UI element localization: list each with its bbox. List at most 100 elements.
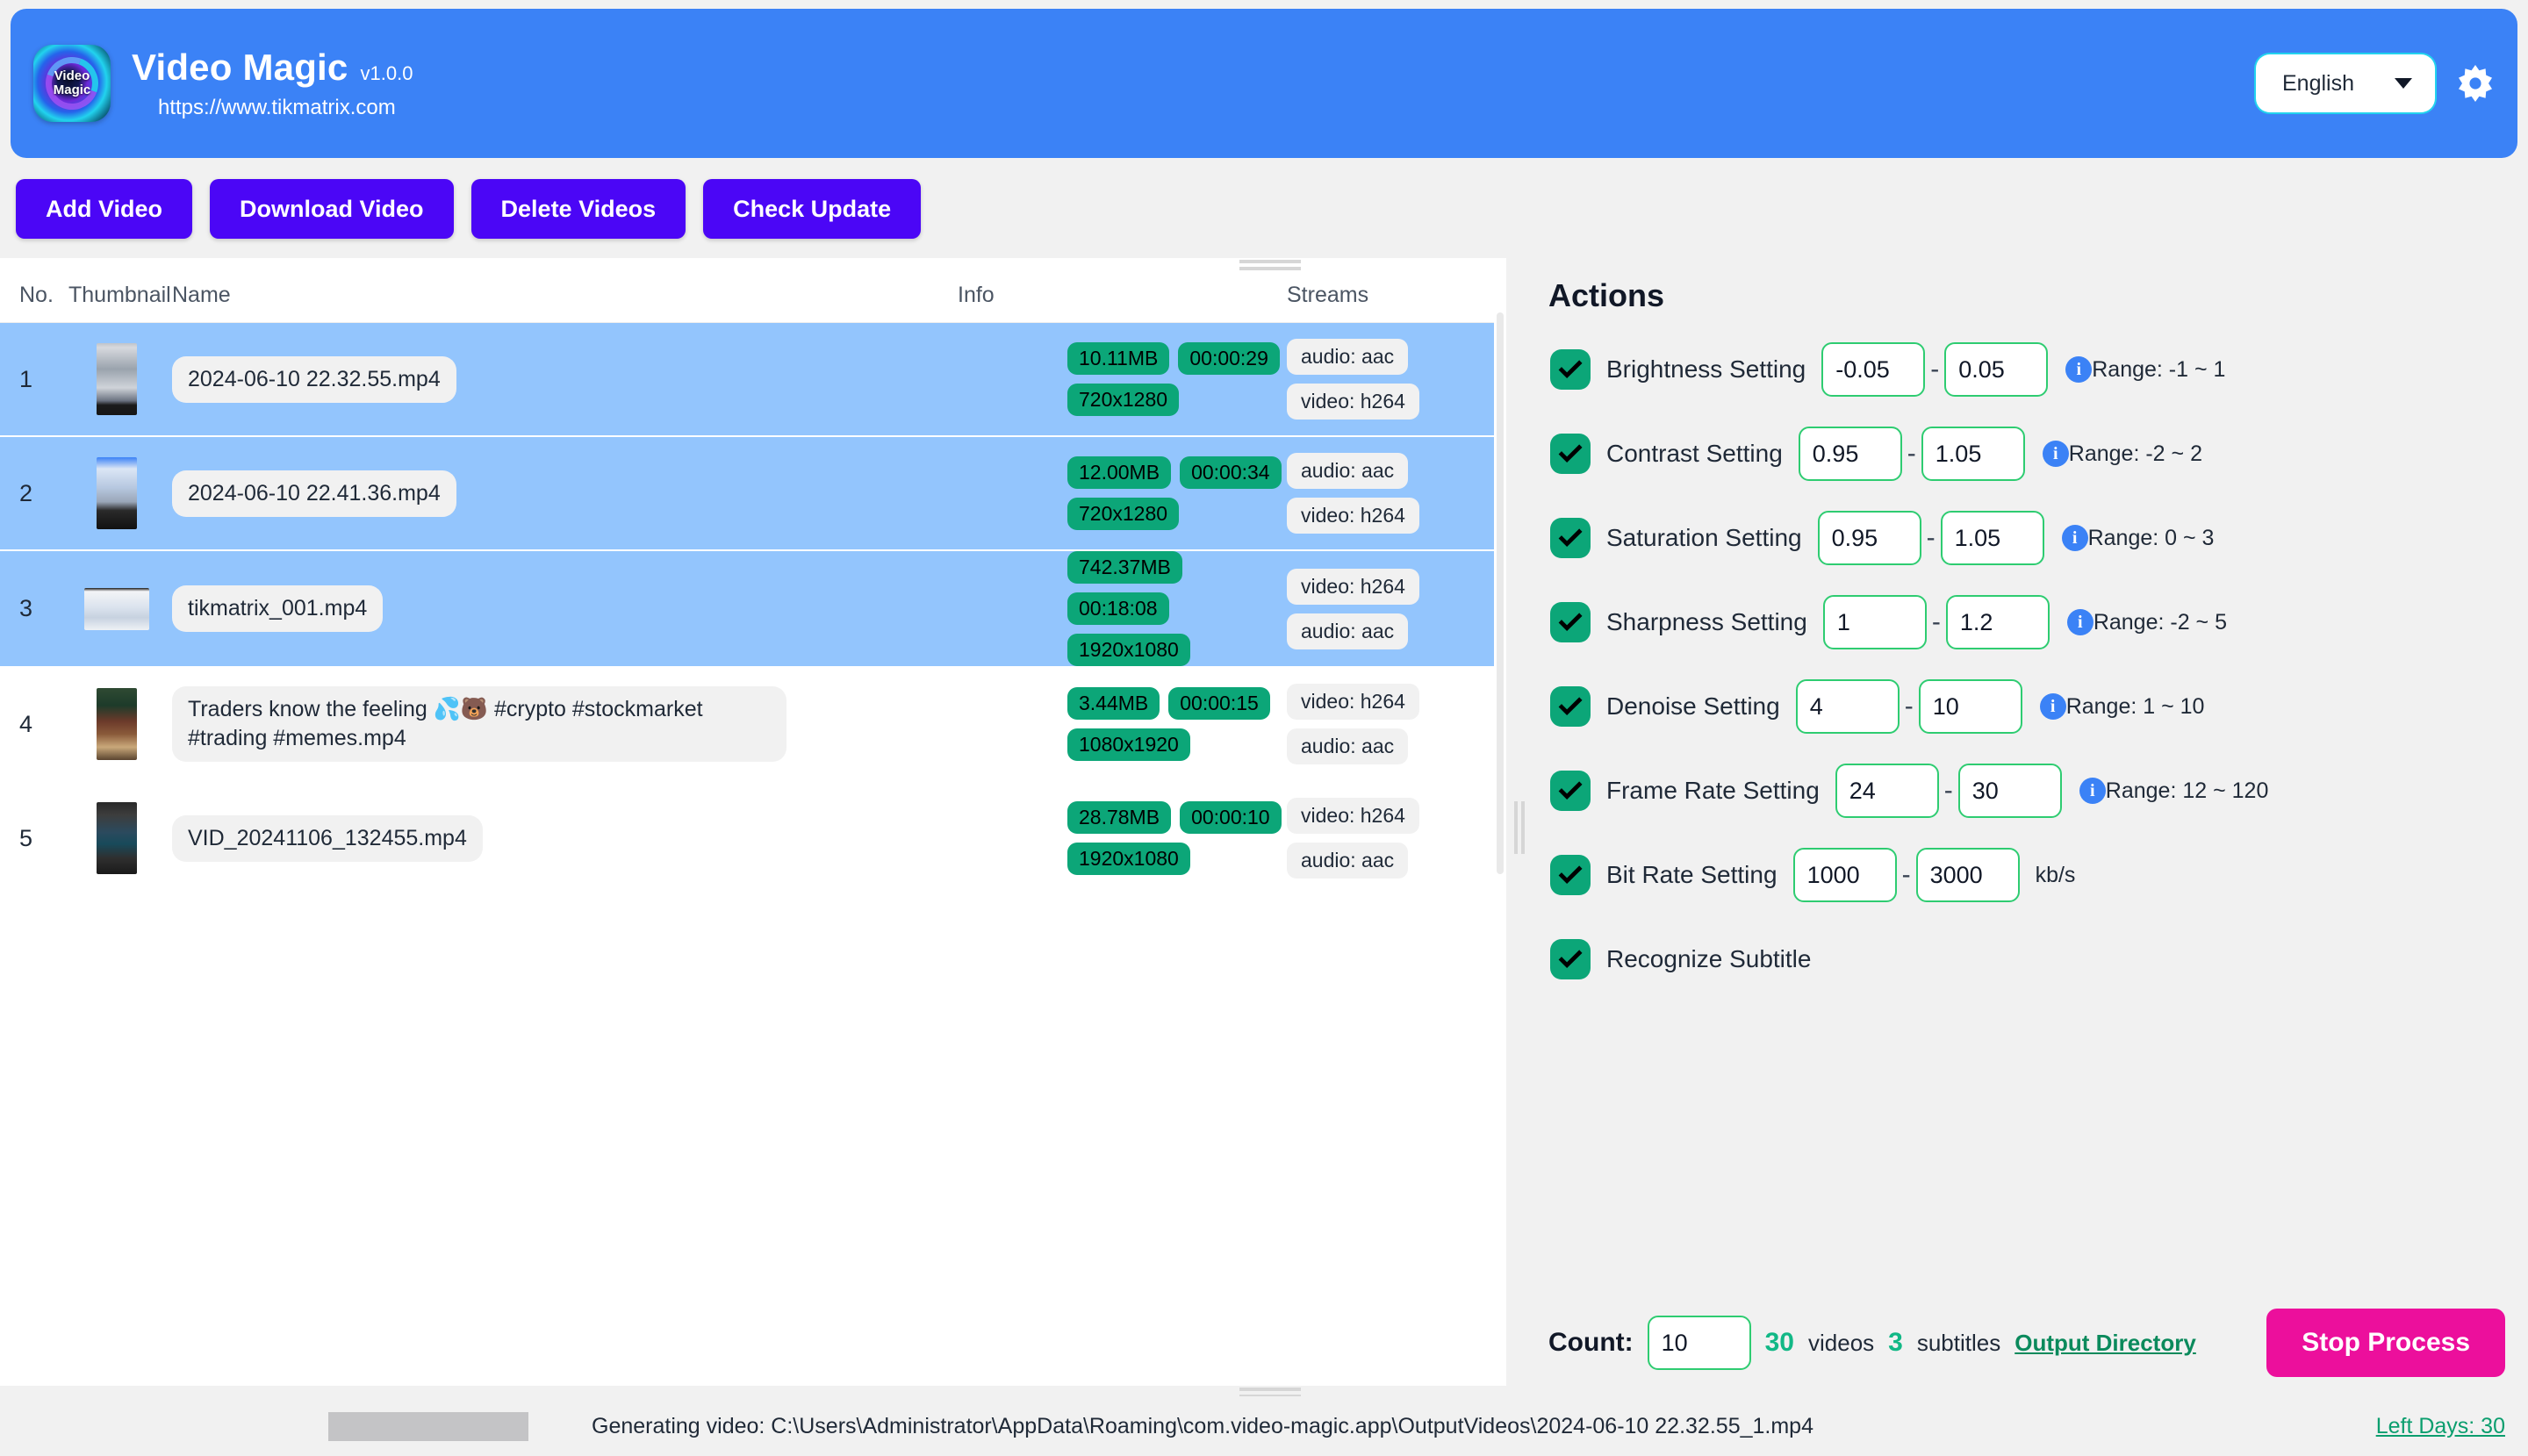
max-value-input[interactable]	[1915, 848, 2020, 902]
video-list-scrollbar[interactable]	[1494, 312, 1506, 1386]
video-name[interactable]: VID_20241106_132455.mp4	[172, 814, 483, 862]
checkbox-checked-icon[interactable]	[1550, 939, 1591, 979]
info-badge: 742.37MB	[1067, 551, 1182, 584]
checkbox-checked-icon[interactable]	[1550, 518, 1591, 558]
video-name[interactable]: tikmatrix_001.mp4	[172, 585, 384, 632]
pane-vertical-splitter[interactable]	[1506, 258, 1531, 1396]
action-label: Recognize Subtitle	[1606, 945, 1812, 972]
checkbox-checked-icon[interactable]	[1550, 602, 1591, 642]
actions-title: Actions	[1548, 277, 1665, 313]
info-icon[interactable]: i	[2065, 356, 2093, 383]
left-days-link[interactable]: Left Days: 30	[2376, 1414, 2505, 1439]
table-header-row: No. Thumbnail Name Info Streams	[0, 269, 1506, 323]
scrollbar-thumb[interactable]	[1497, 312, 1504, 874]
video-name[interactable]: 2024-06-10 22.32.55.mp4	[172, 355, 456, 403]
checkbox-checked-icon[interactable]	[1550, 686, 1591, 727]
row-index: 5	[19, 824, 33, 851]
gear-icon[interactable]	[2454, 62, 2496, 104]
range-hint: i Range: -1 ~ 1	[2065, 356, 2225, 383]
range-hint: i Range: 1 ~ 10	[2039, 693, 2204, 720]
range-hint: i Range: 0 ~ 3	[2061, 525, 2214, 551]
stream-badge: video: h264	[1287, 384, 1419, 420]
row-info-cell: 12.00MB 00:00:34 720x1280	[1067, 456, 1287, 530]
min-value-input[interactable]	[1798, 427, 1902, 481]
info-icon[interactable]: i	[2039, 693, 2066, 720]
info-badge: 1920x1080	[1067, 843, 1190, 875]
main-toolbar: Add Video Download Video Delete Videos C…	[0, 158, 2528, 258]
range-separator: -	[1904, 692, 1914, 721]
column-header-thumbnail: Thumbnail	[68, 283, 171, 307]
status-message: Generating video: C:\Users\Administrator…	[592, 1413, 1813, 1438]
max-value-input[interactable]	[1944, 342, 2049, 397]
checkbox-checked-icon[interactable]	[1550, 855, 1591, 895]
actions-pane: Actions Brightness Setting-iRange: -1 ~ …	[1531, 258, 2528, 1396]
info-icon[interactable]: i	[2066, 609, 2094, 635]
info-icon[interactable]: i	[2061, 525, 2088, 551]
stream-badge: video: h264	[1287, 798, 1419, 834]
unit-label: kb/s	[2035, 862, 2076, 887]
table-row[interactable]: 3 tikmatrix_001.mp4 742.37MB 00:18:08 1920x1…	[0, 551, 1506, 668]
checkbox-checked-icon[interactable]	[1550, 434, 1591, 474]
row-info-cell: 28.78MB 00:00:10 1920x1080	[1067, 801, 1287, 875]
min-value-input[interactable]	[1795, 679, 1900, 734]
min-value-input[interactable]	[1821, 342, 1926, 397]
min-value-input[interactable]	[1822, 595, 1927, 649]
action-row: Brightness Setting - iRange: -1 ~ 1	[1550, 339, 2528, 400]
output-directory-link[interactable]: Output Directory	[2014, 1330, 2196, 1357]
info-badge: 3.44MB	[1067, 687, 1160, 720]
logo-line-1: Video	[54, 68, 90, 84]
row-thumbnail-cell	[68, 343, 165, 415]
info-badge: 720x1280	[1067, 384, 1180, 416]
info-badge: 00:00:10	[1180, 801, 1282, 834]
video-name[interactable]: 2024-06-10 22.41.36.mp4	[172, 470, 456, 517]
info-icon[interactable]: i	[2042, 441, 2069, 467]
language-select[interactable]: English	[2256, 54, 2435, 112]
min-value-input[interactable]	[1835, 764, 1939, 818]
table-row[interactable]: 1 2024-06-10 22.32.55.mp4 10.11MB 00:00:29 7…	[0, 323, 1506, 437]
max-value-input[interactable]	[1918, 679, 2022, 734]
video-thumbnail	[84, 587, 149, 630]
info-badge: 10.11MB	[1067, 342, 1170, 375]
column-header-name: Name	[172, 283, 231, 307]
stream-badge: audio: aac	[1287, 728, 1409, 764]
min-value-input[interactable]	[1817, 511, 1921, 565]
max-value-input[interactable]	[1957, 764, 2062, 818]
table-row[interactable]: 5 VID_20241106_132455.mp4 28.78MB 00:00:10 1…	[0, 782, 1506, 896]
app-logo-icon: Video Magic	[33, 45, 111, 122]
action-label: Bit Rate Setting	[1606, 861, 1778, 888]
row-thumbnail-cell	[68, 457, 165, 529]
info-badge: 28.78MB	[1067, 801, 1172, 834]
max-value-input[interactable]	[1945, 595, 2050, 649]
add-video-button[interactable]: Add Video	[16, 179, 193, 239]
table-bottom-splitter[interactable]	[0, 1386, 1506, 1398]
range-hint-text: Range: -2 ~ 2	[2068, 441, 2202, 466]
actions-footer: Count: 30 videos 3 subtitles Output Dire…	[1531, 1309, 2528, 1396]
download-video-button[interactable]: Download Video	[210, 179, 454, 239]
range-hint-text: Range: -2 ~ 5	[2093, 609, 2227, 635]
stream-badge: video: h264	[1287, 684, 1419, 720]
check-update-button[interactable]: Check Update	[703, 179, 922, 239]
table-row[interactable]: 4 Traders know the feeling 💦🐻 #crypto #st…	[0, 668, 1506, 782]
checkbox-checked-icon[interactable]	[1550, 349, 1591, 390]
checkbox-checked-icon[interactable]	[1550, 771, 1591, 811]
min-value-input[interactable]	[1792, 848, 1897, 902]
row-name-cell: 2024-06-10 22.41.36.mp4	[165, 470, 1067, 517]
subtitles-label: subtitles	[1916, 1329, 2001, 1356]
row-index: 2	[19, 479, 33, 506]
max-value-input[interactable]	[1921, 427, 2025, 481]
stream-badge: audio: aac	[1287, 613, 1409, 649]
progress-bar	[328, 1411, 528, 1441]
range-separator: -	[1926, 523, 1936, 552]
stop-process-button[interactable]: Stop Process	[2266, 1309, 2505, 1377]
action-row: Denoise Setting - iRange: 1 ~ 10	[1550, 676, 2528, 737]
video-thumbnail	[97, 343, 137, 415]
info-icon[interactable]: i	[2079, 778, 2106, 804]
subtitles-count: 3	[1888, 1328, 1903, 1357]
table-top-splitter[interactable]	[0, 258, 1506, 270]
delete-videos-button[interactable]: Delete Videos	[470, 179, 686, 239]
max-value-input[interactable]	[1940, 511, 2044, 565]
row-index: 4	[19, 710, 33, 737]
table-row[interactable]: 2 2024-06-10 22.41.36.mp4 12.00MB 00:00:34 7…	[0, 437, 1506, 551]
video-name[interactable]: Traders know the feeling 💦🐻 #crypto #sto…	[172, 686, 786, 762]
count-input[interactable]	[1647, 1316, 1751, 1370]
